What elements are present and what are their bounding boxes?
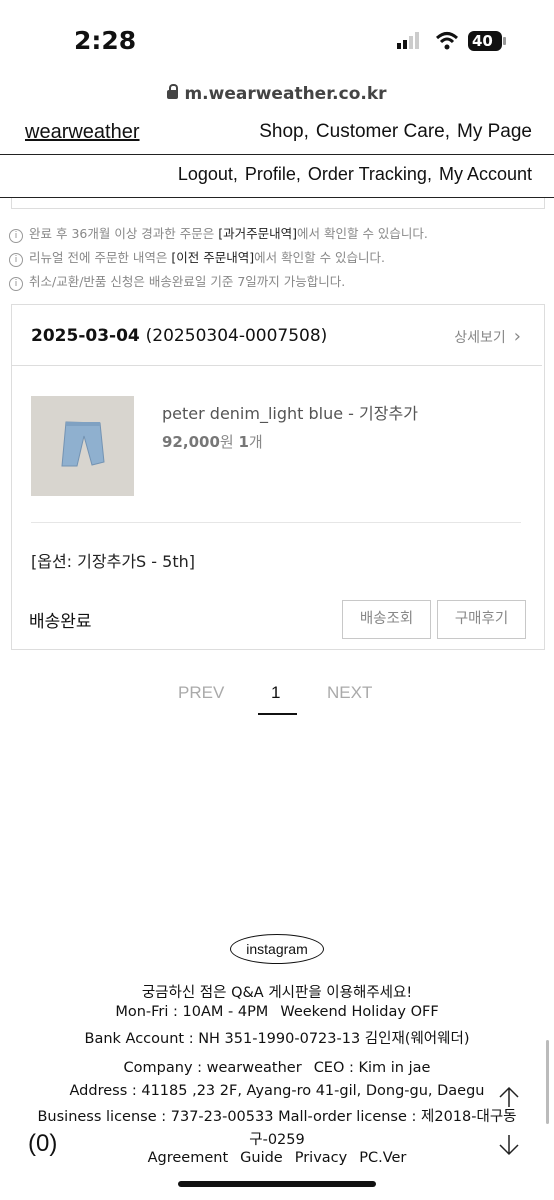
product-thumbnail[interactable] (31, 396, 134, 496)
chevron-right-icon: › (513, 326, 521, 347)
pagination-page-1[interactable]: 1 (271, 683, 280, 703)
order-header: 2025-03-04 (20250304-0007508) (31, 326, 327, 346)
info-icon: i (9, 277, 23, 291)
footer-company: Company : wearweather CEO : Kim in jae (0, 1060, 554, 1076)
item-divider (31, 522, 521, 523)
order-status: 배송완료 (29, 612, 92, 632)
notice-previous-orders: i 리뉴얼 전에 주문한 내역은 [이전 주문내역]에서 확인할 수 있습니다. (9, 247, 385, 267)
scrollbar-thumb[interactable] (546, 1040, 549, 1124)
pagination-next[interactable]: NEXT (327, 683, 372, 703)
wifi-icon (435, 31, 459, 51)
instagram-link[interactable]: instagram (230, 934, 324, 964)
notice-cancel-policy: i 취소/교환/반품 신청은 배송완료일 기준 7일까지 가능합니다. (9, 271, 345, 291)
notice-text: 리뉴얼 전에 주문한 내역은 (29, 250, 172, 265)
nav-customer-care[interactable]: Customer Care, (316, 121, 450, 142)
quantity-value: 1 (238, 433, 249, 451)
order-number: (20250304-0007508) (145, 326, 328, 346)
nav-profile[interactable]: Profile, (245, 164, 301, 184)
pagination-active-underline (258, 713, 297, 715)
battery-icon: 40 (468, 31, 508, 51)
card-divider (12, 365, 542, 366)
footer-hours: Mon-Fri : 10AM - 4PM Weekend Holiday OFF (0, 1004, 554, 1020)
cellular-signal-icon (397, 32, 423, 50)
tracking-button[interactable]: 배송조회 (342, 600, 431, 639)
nav-order-tracking[interactable]: Order Tracking, (308, 164, 432, 184)
nav-my-page[interactable]: My Page (457, 121, 532, 142)
info-icon: i (9, 229, 23, 243)
company-text: Company : wearweather (123, 1060, 302, 1076)
jeans-image (61, 421, 105, 467)
holiday-text: Weekend Holiday OFF (280, 1004, 439, 1020)
quantity-unit: 개 (248, 433, 263, 451)
sub-nav: Logout, Profile, Order Tracking, My Account (171, 164, 532, 185)
nav-my-account[interactable]: My Account (439, 164, 532, 184)
url-text: m.wearweather.co.kr (184, 84, 387, 104)
previous-orders-link[interactable]: [이전 주문내역] (171, 250, 254, 265)
footer-privacy-link[interactable]: Privacy (295, 1150, 348, 1166)
footer-address: Address : 41185 ,23 2F, Ayang-ro 41-gil,… (69, 1083, 485, 1099)
product-price: 92,000원 1개 (162, 431, 263, 452)
order-date: 2025-03-04 (31, 326, 140, 346)
battery-level: 40 (472, 32, 493, 50)
product-option: [옵션: 기장추가S - 5th] (31, 552, 195, 571)
site-logo[interactable]: wearweather (25, 121, 140, 144)
top-nav: Shop, Customer Care, My Page (252, 121, 532, 143)
pagination-prev[interactable]: PREV (178, 683, 224, 703)
address-bar[interactable]: m.wearweather.co.kr (0, 84, 554, 104)
scroll-down-arrow-icon[interactable] (497, 1133, 521, 1157)
lock-icon (167, 84, 179, 99)
order-detail-link[interactable]: 상세보기 › (454, 326, 521, 347)
footer-qa: 궁금하신 점은 Q&A 게시판을 이용해주세요! (141, 985, 413, 1001)
footer-guide-link[interactable]: Guide (240, 1150, 283, 1166)
header-divider (0, 154, 554, 155)
status-time: 2:28 (74, 26, 137, 55)
past-orders-link[interactable]: [과거주문내역] (218, 226, 297, 241)
hours-text: Mon-Fri : 10AM - 4PM (115, 1004, 269, 1020)
home-indicator[interactable] (178, 1181, 376, 1187)
notice-text: 완료 후 36개월 이상 경과한 주문은 (29, 226, 219, 241)
review-button[interactable]: 구매후기 (437, 600, 526, 639)
footer-agreement-link[interactable]: Agreement (148, 1150, 229, 1166)
footer-links: Agreement Guide Privacy PC.Ver (0, 1150, 554, 1166)
info-icon: i (9, 253, 23, 267)
product-name[interactable]: peter denim_light blue - 기장추가 (162, 400, 418, 424)
nav-shop[interactable]: Shop, (259, 121, 309, 142)
price-value: 92,000 (162, 433, 220, 451)
nav-logout[interactable]: Logout, (178, 164, 238, 184)
scroll-up-arrow-icon[interactable] (497, 1085, 521, 1109)
footer-license-cont: 구-0259 (249, 1132, 305, 1148)
filter-box-edge (11, 198, 545, 209)
ceo-text: CEO : Kim in jae (313, 1060, 431, 1076)
cart-count[interactable]: (0) (28, 1130, 57, 1158)
notice-past-orders: i 완료 후 36개월 이상 경과한 주문은 [과거주문내역]에서 확인할 수 있… (9, 223, 428, 243)
notice-text: 취소/교환/반품 신청은 배송완료일 기준 7일까지 가능합니다. (29, 274, 346, 289)
notice-text: 에서 확인할 수 있습니다. (297, 226, 428, 241)
price-unit: 원 (219, 433, 234, 451)
footer-bank: Bank Account : NH 351-1990-0723-13 김인재(웨… (84, 1031, 470, 1047)
footer-license: Business license : 737-23-00533 Mall-ord… (37, 1109, 517, 1125)
notice-text: 에서 확인할 수 있습니다. (254, 250, 386, 265)
detail-label: 상세보기 (454, 330, 506, 346)
footer-pc-version-link[interactable]: PC.Ver (359, 1150, 406, 1166)
